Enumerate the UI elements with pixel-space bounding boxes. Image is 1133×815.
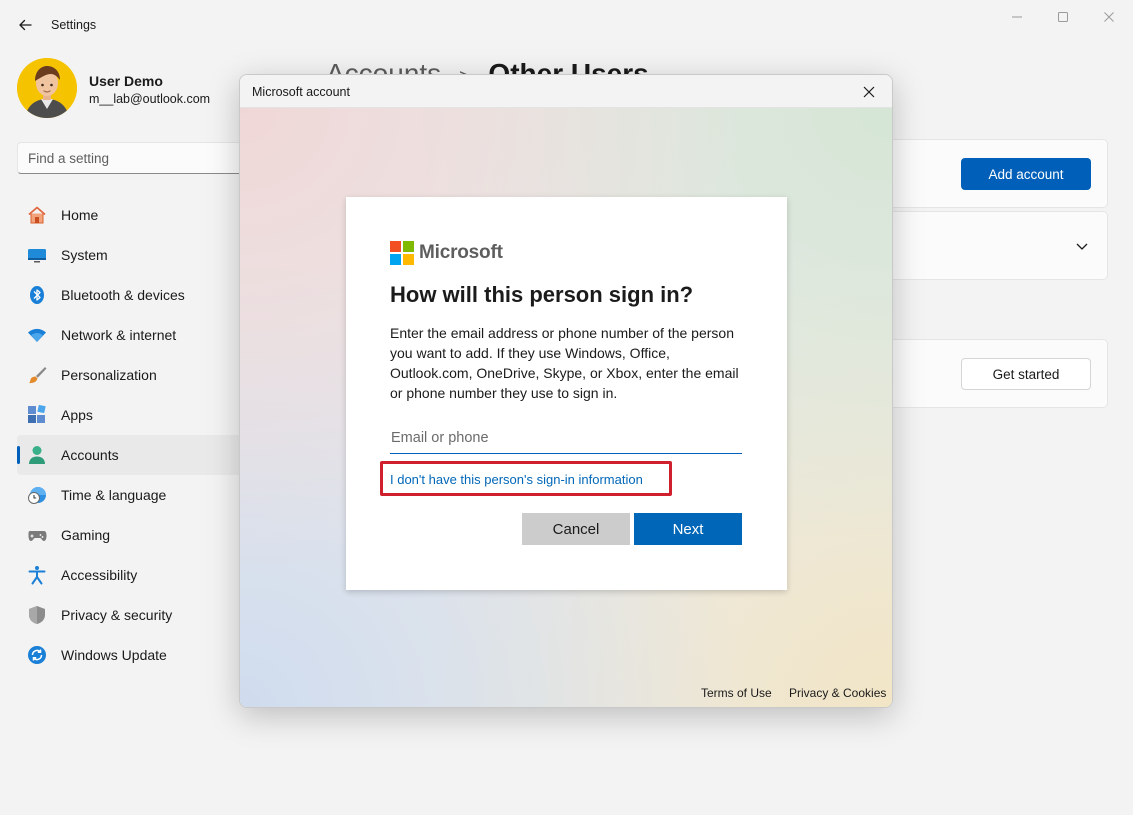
apps-icon [27,405,47,425]
sidebar-item-label: Personalization [61,367,157,383]
microsoft-brand-text: Microsoft [419,242,503,263]
user-name: User Demo [89,73,163,89]
sidebar-item-accessibility[interactable]: Accessibility [17,555,247,595]
sidebar-item-label: Home [61,207,99,223]
email-or-phone-input[interactable] [390,422,742,454]
avatar[interactable] [17,58,77,118]
brush-icon [27,365,47,385]
sidebar-item-accounts[interactable]: Accounts [17,435,247,475]
user-profile: User Demo m__lab@outlook.com [17,58,237,120]
sidebar-item-bluetooth[interactable]: Bluetooth & devices [17,275,247,315]
next-button[interactable]: Next [634,513,742,545]
sidebar-item-label: Bluetooth & devices [61,287,185,303]
sidebar-item-network[interactable]: Network & internet [17,315,247,355]
sidebar-item-gaming[interactable]: Gaming [17,515,247,555]
microsoft-account-dialog: Microsoft account Microsoft How will thi… [239,74,893,708]
app-title: Settings [51,18,97,32]
chevron-down-icon[interactable] [1074,238,1090,254]
dialog-body: Microsoft How will this person sign in? … [240,108,892,707]
person-icon [27,445,47,465]
sidebar-item-label: Gaming [61,527,111,543]
accessibility-icon [27,565,47,585]
sidebar-item-personalization[interactable]: Personalization [17,355,247,395]
sidebar-item-label: Accounts [61,447,119,463]
search-input[interactable]: Find a setting [17,142,277,174]
dialog-title: Microsoft account [252,85,350,99]
no-sign-in-info-link[interactable]: I don't have this person's sign-in infor… [390,472,643,487]
sidebar-item-label: Network & internet [61,327,177,343]
back-arrow-icon[interactable] [12,12,38,38]
user-email: m__lab@outlook.com [89,92,211,106]
sidebar-item-time-language[interactable]: Time & language [17,475,247,515]
privacy-cookies-link[interactable]: Privacy & Cookies [789,686,886,700]
sidebar-item-apps[interactable]: Apps [17,395,247,435]
sidebar-item-system[interactable]: System [17,235,247,275]
home-icon [27,205,47,225]
sidebar-item-label: Accessibility [61,567,138,583]
shield-icon [27,605,47,625]
dialog-description: Enter the email address or phone number … [390,325,739,401]
expandable-card[interactable] [872,211,1108,280]
close-icon[interactable] [860,83,878,101]
dialog-title-bar: Microsoft account [240,75,892,108]
sidebar-item-home[interactable]: Home [17,195,247,235]
sidebar-item-label: Windows Update [61,647,167,663]
dialog-heading: How will this person sign in? [390,282,694,307]
clock-globe-icon [27,485,47,505]
title-bar: Settings [0,0,1133,50]
minimize-icon[interactable] [1005,6,1029,28]
update-icon [27,645,47,665]
sidebar-item-label: Privacy & security [61,607,173,623]
cancel-button[interactable]: Cancel [522,513,630,545]
sidebar-item-privacy-security[interactable]: Privacy & security [17,595,247,635]
microsoft-logo-icon [390,241,414,265]
add-account-button[interactable]: Add account [961,158,1091,190]
sidebar-item-windows-update[interactable]: Windows Update [17,635,247,675]
maximize-icon[interactable] [1051,6,1075,28]
sidebar-item-label: Time & language [61,487,167,503]
search-placeholder: Find a setting [28,151,110,166]
sidebar-item-label: System [61,247,108,263]
sidebar-item-label: Apps [61,407,93,423]
sidebar-nav: Home System Bluetooth & devices Network … [17,195,247,675]
gamepad-icon [27,525,47,545]
terms-of-use-link[interactable]: Terms of Use [701,686,772,700]
close-window-icon[interactable] [1097,6,1121,28]
wifi-icon [27,325,47,345]
bluetooth-icon [27,285,47,305]
system-icon [27,245,47,265]
get-started-button[interactable]: Get started [961,358,1091,390]
sign-in-card: Microsoft How will this person sign in? … [346,197,787,590]
